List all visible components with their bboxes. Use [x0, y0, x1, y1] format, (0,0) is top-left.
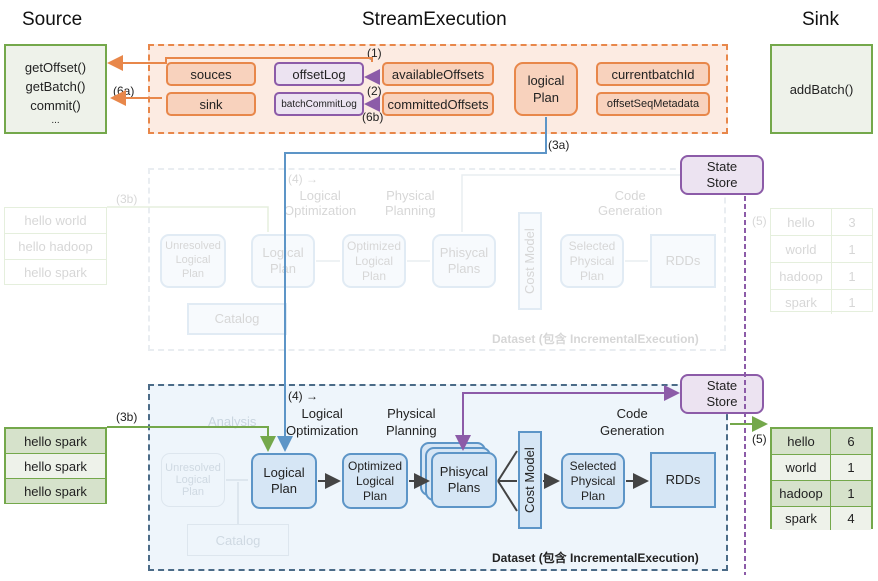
state-store-link	[462, 392, 678, 449]
connectors	[107, 55, 768, 575]
get-offset-arrow	[107, 55, 373, 71]
fan-line	[497, 450, 518, 482]
fan-line	[497, 480, 518, 512]
arrow-3b-input	[107, 426, 276, 452]
arrow-3a-logical-plan	[277, 117, 547, 452]
